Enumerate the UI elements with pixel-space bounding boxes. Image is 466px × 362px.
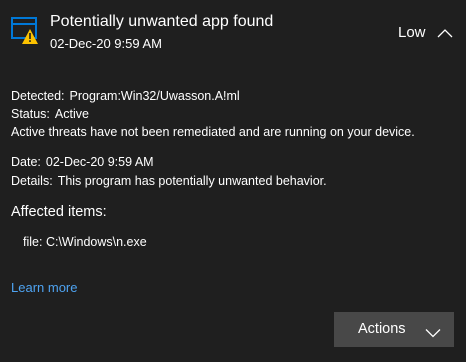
learn-more-link[interactable]: Learn more [11,280,77,295]
date-value: 02-Dec-20 9:59 AM [45,155,154,169]
warning-window-icon [11,16,39,46]
affected-item-prefix: file: [23,235,43,249]
actions-button[interactable]: Actions [334,312,454,347]
details-value: This program has potentially unwanted be… [57,174,327,188]
affected-items-heading: Affected items: [11,204,107,220]
affected-item: file: C:\Windows\n.exe [23,235,147,249]
date-label: Date: [11,155,41,169]
status-value: Active [54,107,89,121]
notification-title: Potentially unwanted app found [50,13,274,30]
detected-row: Detected: Program:Win32/Uwasson.A!ml [11,89,240,103]
actions-label: Actions [358,321,406,337]
date-row: Date: 02-Dec-20 9:59 AM [11,155,154,169]
status-label: Status: [11,107,50,121]
chevron-down-icon [425,325,441,338]
affected-item-path: C:\Windows\n.exe [45,235,147,249]
detected-value: Program:Win32/Uwasson.A!ml [69,89,240,103]
detected-label: Detected: [11,89,65,103]
details-label: Details: [11,174,53,188]
details-row: Details: This program has potentially unw… [11,174,327,188]
severity-level: Low [398,24,426,41]
notification-timestamp: 02-Dec-20 9:59 AM [50,36,163,51]
threat-notification-panel: Potentially unwanted app found 02-Dec-20… [0,0,466,362]
status-note: Active threats have not been remediated … [11,125,415,139]
chevron-up-icon[interactable] [434,24,456,42]
status-row: Status: Active [11,107,89,121]
